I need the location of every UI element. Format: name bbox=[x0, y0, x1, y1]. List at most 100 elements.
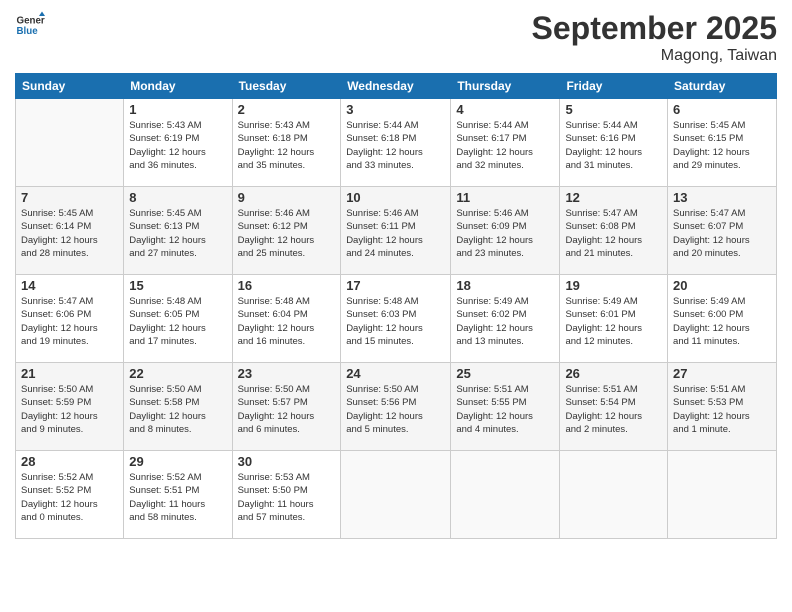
day-number: 8 bbox=[129, 190, 226, 205]
table-row: 8 Sunrise: 5:45 AM Sunset: 6:13 PM Daylig… bbox=[124, 187, 232, 275]
day-info: Sunrise: 5:50 AM Sunset: 5:56 PM Dayligh… bbox=[346, 383, 445, 436]
table-row: 10 Sunrise: 5:46 AM Sunset: 6:11 PM Dayli… bbox=[341, 187, 451, 275]
day-number: 16 bbox=[238, 278, 336, 293]
table-row: 13 Sunrise: 5:47 AM Sunset: 6:07 PM Dayli… bbox=[668, 187, 777, 275]
day-info: Sunrise: 5:50 AM Sunset: 5:58 PM Dayligh… bbox=[129, 383, 226, 436]
table-row: 7Sunrise: 5:45 AM Sunset: 6:14 PM Daylig… bbox=[16, 187, 124, 275]
day-number: 30 bbox=[238, 454, 336, 469]
day-info: Sunrise: 5:50 AM Sunset: 5:57 PM Dayligh… bbox=[238, 383, 336, 436]
col-tuesday: Tuesday bbox=[232, 74, 341, 99]
table-row: 21 Sunrise: 5:50 AM Sunset: 5:59 PM Dayli… bbox=[16, 363, 124, 451]
table-row: 29Sunrise: 5:52 AM Sunset: 5:51 PM Dayli… bbox=[124, 451, 232, 539]
day-number: 21 bbox=[21, 366, 118, 381]
day-info: Sunrise: 5:46 AM Sunset: 6:12 PM Dayligh… bbox=[238, 207, 336, 260]
calendar-table: Sunday Monday Tuesday Wednesday Thursday… bbox=[15, 73, 777, 539]
day-number: 4 bbox=[456, 102, 554, 117]
page: General Blue September 2025 Magong, Taiw… bbox=[0, 0, 792, 612]
day-info: Sunrise: 5:44 AM Sunset: 6:16 PM Dayligh… bbox=[565, 119, 662, 172]
table-row: 2 Sunrise: 5:43 AM Sunset: 6:18 PM Daylig… bbox=[232, 99, 341, 187]
table-row: 28 Sunrise: 5:52 AM Sunset: 5:52 PM Dayli… bbox=[16, 451, 124, 539]
col-wednesday: Wednesday bbox=[341, 74, 451, 99]
day-number: 14 bbox=[21, 278, 118, 293]
month-title: September 2025 bbox=[532, 10, 777, 47]
day-info: Sunrise: 5:51 AM Sunset: 5:54 PM Dayligh… bbox=[565, 383, 662, 436]
calendar-header-row: Sunday Monday Tuesday Wednesday Thursday… bbox=[16, 74, 777, 99]
table-row: 19 Sunrise: 5:49 AM Sunset: 6:01 PM Dayli… bbox=[560, 275, 668, 363]
day-info: Sunrise: 5:52 AM Sunset: 5:52 PM Dayligh… bbox=[21, 471, 118, 524]
day-number: 10 bbox=[346, 190, 445, 205]
col-saturday: Saturday bbox=[668, 74, 777, 99]
day-number: 24 bbox=[346, 366, 445, 381]
table-row: 18 Sunrise: 5:49 AM Sunset: 6:02 PM Dayli… bbox=[451, 275, 560, 363]
table-row bbox=[560, 451, 668, 539]
table-row bbox=[16, 99, 124, 187]
logo-icon: General Blue bbox=[15, 10, 45, 40]
day-number: 1 bbox=[129, 102, 226, 117]
day-info: Sunrise: 5:50 AM Sunset: 5:59 PM Dayligh… bbox=[21, 383, 118, 436]
day-info: Sunrise: 5:43 AM Sunset: 6:18 PM Dayligh… bbox=[238, 119, 336, 172]
day-info: Sunrise: 5:45 AM Sunset: 6:13 PM Dayligh… bbox=[129, 207, 226, 260]
table-row: 14 Sunrise: 5:47 AM Sunset: 6:06 PM Dayli… bbox=[16, 275, 124, 363]
day-info: Sunrise: 5:51 AM Sunset: 5:53 PM Dayligh… bbox=[673, 383, 771, 436]
day-number: 20 bbox=[673, 278, 771, 293]
day-number: 28 bbox=[21, 454, 118, 469]
title-block: September 2025 Magong, Taiwan bbox=[532, 10, 777, 65]
day-number: 13 bbox=[673, 190, 771, 205]
table-row: 20Sunrise: 5:49 AM Sunset: 6:00 PM Dayli… bbox=[668, 275, 777, 363]
table-row bbox=[451, 451, 560, 539]
day-info: Sunrise: 5:47 AM Sunset: 6:08 PM Dayligh… bbox=[565, 207, 662, 260]
day-number: 29 bbox=[129, 454, 226, 469]
day-info: Sunrise: 5:49 AM Sunset: 6:01 PM Dayligh… bbox=[565, 295, 662, 348]
day-number: 26 bbox=[565, 366, 662, 381]
day-info: Sunrise: 5:45 AM Sunset: 6:15 PM Dayligh… bbox=[673, 119, 771, 172]
calendar-week-row: 14 Sunrise: 5:47 AM Sunset: 6:06 PM Dayli… bbox=[16, 275, 777, 363]
day-info: Sunrise: 5:46 AM Sunset: 6:09 PM Dayligh… bbox=[456, 207, 554, 260]
table-row: 27 Sunrise: 5:51 AM Sunset: 5:53 PM Dayli… bbox=[668, 363, 777, 451]
day-info: Sunrise: 5:43 AM Sunset: 6:19 PM Dayligh… bbox=[129, 119, 226, 172]
calendar-week-row: 1 Sunrise: 5:43 AM Sunset: 6:19 PM Daylig… bbox=[16, 99, 777, 187]
col-monday: Monday bbox=[124, 74, 232, 99]
col-thursday: Thursday bbox=[451, 74, 560, 99]
day-info: Sunrise: 5:47 AM Sunset: 6:07 PM Dayligh… bbox=[673, 207, 771, 260]
table-row: 6 Sunrise: 5:45 AM Sunset: 6:15 PM Daylig… bbox=[668, 99, 777, 187]
day-info: Sunrise: 5:48 AM Sunset: 6:03 PM Dayligh… bbox=[346, 295, 445, 348]
day-number: 19 bbox=[565, 278, 662, 293]
day-info: Sunrise: 5:44 AM Sunset: 6:18 PM Dayligh… bbox=[346, 119, 445, 172]
day-number: 15 bbox=[129, 278, 226, 293]
day-number: 9 bbox=[238, 190, 336, 205]
col-friday: Friday bbox=[560, 74, 668, 99]
day-number: 6 bbox=[673, 102, 771, 117]
table-row bbox=[668, 451, 777, 539]
day-info: Sunrise: 5:46 AM Sunset: 6:11 PM Dayligh… bbox=[346, 207, 445, 260]
day-number: 11 bbox=[456, 190, 554, 205]
day-info: Sunrise: 5:45 AM Sunset: 6:14 PM Dayligh… bbox=[21, 207, 118, 260]
table-row: 17 Sunrise: 5:48 AM Sunset: 6:03 PM Dayli… bbox=[341, 275, 451, 363]
table-row bbox=[341, 451, 451, 539]
day-number: 25 bbox=[456, 366, 554, 381]
day-info: Sunrise: 5:51 AM Sunset: 5:55 PM Dayligh… bbox=[456, 383, 554, 436]
day-number: 27 bbox=[673, 366, 771, 381]
day-number: 12 bbox=[565, 190, 662, 205]
table-row: 11 Sunrise: 5:46 AM Sunset: 6:09 PM Dayli… bbox=[451, 187, 560, 275]
table-row: 12 Sunrise: 5:47 AM Sunset: 6:08 PM Dayli… bbox=[560, 187, 668, 275]
table-row: 24 Sunrise: 5:50 AM Sunset: 5:56 PM Dayli… bbox=[341, 363, 451, 451]
day-number: 2 bbox=[238, 102, 336, 117]
day-info: Sunrise: 5:48 AM Sunset: 6:05 PM Dayligh… bbox=[129, 295, 226, 348]
day-info: Sunrise: 5:49 AM Sunset: 6:02 PM Dayligh… bbox=[456, 295, 554, 348]
day-info: Sunrise: 5:48 AM Sunset: 6:04 PM Dayligh… bbox=[238, 295, 336, 348]
header: General Blue September 2025 Magong, Taiw… bbox=[15, 10, 777, 65]
table-row: 5Sunrise: 5:44 AM Sunset: 6:16 PM Daylig… bbox=[560, 99, 668, 187]
day-number: 17 bbox=[346, 278, 445, 293]
table-row: 16 Sunrise: 5:48 AM Sunset: 6:04 PM Dayli… bbox=[232, 275, 341, 363]
location: Magong, Taiwan bbox=[532, 47, 777, 65]
table-row: 23Sunrise: 5:50 AM Sunset: 5:57 PM Dayli… bbox=[232, 363, 341, 451]
logo: General Blue bbox=[15, 10, 45, 40]
table-row: 26 Sunrise: 5:51 AM Sunset: 5:54 PM Dayli… bbox=[560, 363, 668, 451]
svg-text:General: General bbox=[17, 16, 46, 27]
day-info: Sunrise: 5:53 AM Sunset: 5:50 PM Dayligh… bbox=[238, 471, 336, 524]
table-row: 9 Sunrise: 5:46 AM Sunset: 6:12 PM Daylig… bbox=[232, 187, 341, 275]
day-info: Sunrise: 5:44 AM Sunset: 6:17 PM Dayligh… bbox=[456, 119, 554, 172]
day-info: Sunrise: 5:47 AM Sunset: 6:06 PM Dayligh… bbox=[21, 295, 118, 348]
day-number: 18 bbox=[456, 278, 554, 293]
calendar-week-row: 28 Sunrise: 5:52 AM Sunset: 5:52 PM Dayli… bbox=[16, 451, 777, 539]
